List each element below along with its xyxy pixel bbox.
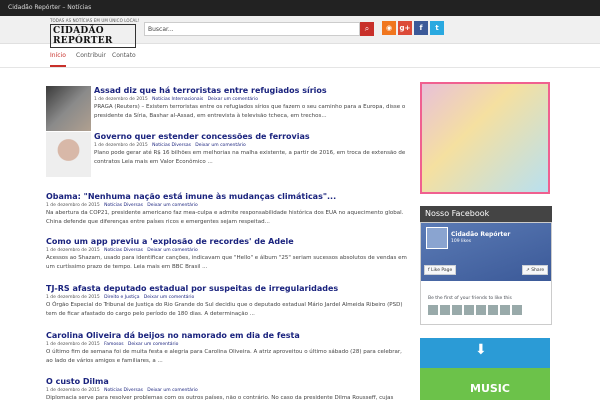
- avatar[interactable]: [500, 305, 510, 315]
- main-nav: Início Contribuir Contato: [0, 44, 600, 68]
- post-excerpt: contratos Leia mais em Valor Econômico .…: [94, 159, 213, 165]
- facebook-widget: Cidadão Repórter 109 likes f Like Page ↗…: [420, 222, 552, 325]
- top-bar-text: Cidadão Repórter – Notícias: [8, 4, 92, 11]
- facebook-friend-faces: [428, 305, 522, 315]
- post-meta: 1 de dezembro de 2015 Direito e Justiça …: [46, 295, 195, 300]
- post-item: Obama: "Nenhuma nação está imune às muda…: [46, 192, 416, 227]
- post-comment-link[interactable]: Deixar um comentário: [147, 388, 197, 393]
- avatar[interactable]: [512, 305, 522, 315]
- post-category[interactable]: Notícias Diversas: [104, 203, 143, 208]
- avatar[interactable]: [476, 305, 486, 315]
- avatar[interactable]: [488, 305, 498, 315]
- search-input[interactable]: [144, 22, 360, 36]
- avatar[interactable]: [428, 305, 438, 315]
- post-excerpt: Plano pode gerar até R$ 16 bilhões em me…: [94, 150, 406, 156]
- post-excerpt: Acessos ao Shazam, usado para identifica…: [46, 255, 407, 261]
- post-category[interactable]: Direito e Justiça: [104, 295, 139, 300]
- post-comment-link[interactable]: Deixar um comentário: [208, 97, 258, 102]
- post-thumbnail[interactable]: [46, 86, 91, 131]
- post-item: Carolina Oliveira dá beijos no namorado …: [46, 331, 416, 366]
- post-category[interactable]: Notícias Diversas: [104, 388, 143, 393]
- avatar[interactable]: [440, 305, 450, 315]
- facebook-page-name[interactable]: Cidadão Repórter: [451, 231, 510, 238]
- post-excerpt: China defende que diferenças entre paíse…: [46, 219, 270, 225]
- facebook-friends-text: Be the first of your friends to like thi…: [428, 296, 512, 301]
- facebook-cover[interactable]: Cidadão Repórter 109 likes f Like Page ↗…: [421, 223, 551, 281]
- post-category[interactable]: Famosos: [104, 342, 124, 347]
- post-meta: 1 de dezembro de 2015 Famosos Deixar um …: [46, 342, 179, 347]
- post-excerpt: O último fim de semana foi de muita fest…: [46, 349, 402, 355]
- rss-icon[interactable]: ◉: [382, 21, 396, 35]
- post-meta: 1 de dezembro de 2015 Notícias Diversas …: [94, 143, 246, 148]
- avatar[interactable]: [452, 305, 462, 315]
- nav-item-inicio[interactable]: Início: [50, 52, 66, 67]
- post-excerpt: ao lado de vários amigos e familiares, a…: [46, 358, 163, 364]
- advertisement-banner[interactable]: [420, 82, 550, 194]
- header: TODAS AS NOTÍCIAS EM UM ÚNICO LOCAL! CID…: [0, 16, 600, 48]
- nav-item-contato[interactable]: Contato: [112, 52, 136, 59]
- facebook-widget-title: Nosso Facebook: [420, 206, 552, 222]
- post-item: Governo quer estender concessões de ferr…: [94, 132, 416, 167]
- post-comment-link[interactable]: Deixar um comentário: [147, 203, 197, 208]
- post-title[interactable]: TJ-RS afasta deputado estadual por suspe…: [46, 284, 416, 294]
- post-comment-link[interactable]: Deixar um comentário: [128, 342, 178, 347]
- post-excerpt: tem de ficar afastado do cargo pelo perí…: [46, 311, 255, 317]
- ad-music-text: MUSIC: [470, 382, 510, 395]
- post-title[interactable]: Carolina Oliveira dá beijos no namorado …: [46, 331, 416, 341]
- post-item: Assad diz que há terroristas entre refug…: [94, 86, 416, 121]
- twitter-icon[interactable]: t: [430, 21, 444, 35]
- post-category[interactable]: Notícias Diversas: [152, 143, 191, 148]
- post-meta: 1 de dezembro de 2015 Notícias Internaci…: [94, 97, 259, 102]
- search-button[interactable]: ⌕: [360, 22, 374, 36]
- post-excerpt: Na abertura da COP21, presidente america…: [46, 210, 404, 216]
- post-meta: 1 de dezembro de 2015 Notícias Diversas …: [46, 248, 198, 253]
- post-comment-link[interactable]: Deixar um comentário: [147, 248, 197, 253]
- download-icon: ⬇: [475, 342, 487, 358]
- post-excerpt: um curtíssimo prazo de tempo. Leia mais …: [46, 264, 208, 270]
- post-item: O custo Dilma 1 de dezembro de 2015 Notí…: [46, 377, 416, 403]
- post-item: TJ-RS afasta deputado estadual por suspe…: [46, 284, 416, 319]
- post-title[interactable]: Governo quer estender concessões de ferr…: [94, 132, 416, 142]
- advertisement-music[interactable]: ⬇ MUSIC: [420, 338, 550, 400]
- post-title[interactable]: Obama: "Nenhuma nação está imune às muda…: [46, 192, 416, 202]
- post-meta: 1 de dezembro de 2015 Notícias Diversas …: [46, 203, 198, 208]
- social-links: ◉ g+ f t: [382, 21, 444, 35]
- post-excerpt: presidente da Síria, Bashar al-Assad, em…: [94, 113, 327, 119]
- post-title[interactable]: O custo Dilma: [46, 377, 416, 387]
- post-meta: 1 de dezembro de 2015 Notícias Diversas …: [46, 388, 198, 393]
- avatar[interactable]: [464, 305, 474, 315]
- post-category[interactable]: Notícias Diversas: [104, 248, 143, 253]
- search-icon: ⌕: [364, 24, 370, 33]
- post-comment-link[interactable]: Deixar um comentário: [144, 295, 194, 300]
- post-category[interactable]: Notícias Internacionais: [152, 97, 203, 102]
- facebook-icon[interactable]: f: [414, 21, 428, 35]
- google-plus-icon[interactable]: g+: [398, 21, 412, 35]
- facebook-like-button[interactable]: f Like Page: [424, 265, 457, 275]
- post-excerpt: PRAGA (Reuters) – Existem terroristas en…: [94, 104, 406, 110]
- post-thumbnail[interactable]: [46, 132, 91, 177]
- facebook-share-button[interactable]: ↗ Share: [522, 265, 549, 275]
- facebook-likes-count: 109 likes: [451, 239, 472, 244]
- post-excerpt: Diplomacia serve para resolver problemas…: [46, 395, 394, 401]
- post-title[interactable]: Como um app previu a 'explosão de record…: [46, 237, 416, 247]
- post-item: Como um app previu a 'explosão de record…: [46, 237, 416, 272]
- site-logo[interactable]: TODAS AS NOTÍCIAS EM UM ÚNICO LOCAL! CID…: [50, 18, 140, 48]
- site-tagline: TODAS AS NOTÍCIAS EM UM ÚNICO LOCAL!: [50, 18, 140, 23]
- facebook-page-avatar[interactable]: [426, 227, 448, 249]
- post-excerpt: O Órgão Especial do Tribunal de Justiça …: [46, 302, 403, 308]
- top-bar: Cidadão Repórter – Notícias: [0, 0, 600, 16]
- post-comment-link[interactable]: Deixar um comentário: [195, 143, 245, 148]
- post-title[interactable]: Assad diz que há terroristas entre refug…: [94, 86, 416, 96]
- nav-item-contribuir[interactable]: Contribuir: [76, 52, 106, 59]
